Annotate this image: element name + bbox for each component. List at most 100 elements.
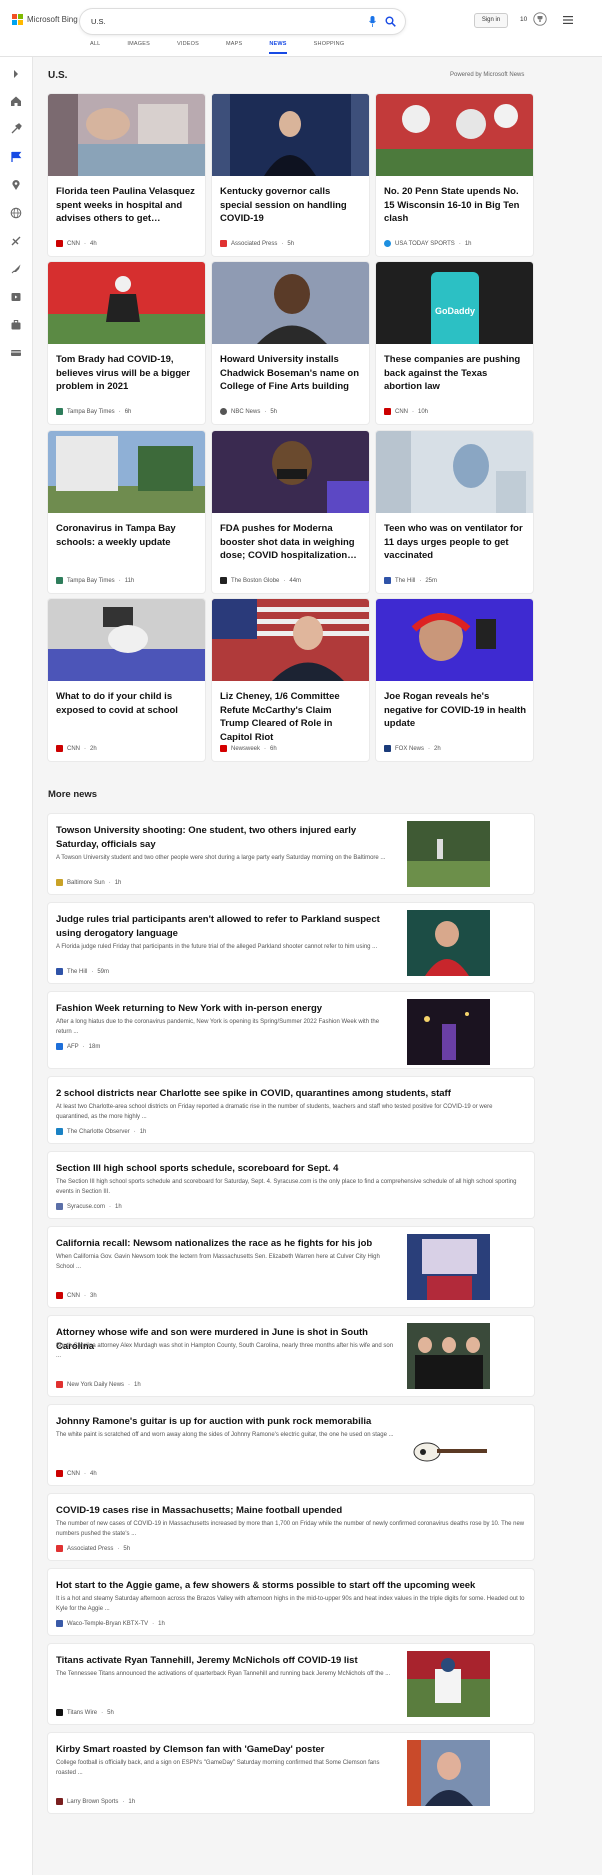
news-title[interactable]: Section III high school sports schedule,… (56, 1162, 526, 1176)
card-title[interactable]: Howard University installs Chadwick Bose… (220, 353, 363, 394)
card-title[interactable]: Liz Cheney, 1/6 Committee Refute McCarth… (220, 690, 363, 744)
card-source: Tampa Bay Times · 6h (56, 408, 131, 415)
news-thumbnail (407, 821, 490, 887)
bing-logo[interactable]: Microsoft Bing (12, 14, 78, 25)
news-title[interactable]: Hot start to the Aggie game, a few showe… (56, 1579, 526, 1593)
search-input[interactable]: U.S. (91, 17, 106, 26)
rewards-trophy-icon[interactable] (533, 12, 547, 26)
news-list-item[interactable]: California recall: Newsom nationalizes t… (48, 1227, 534, 1307)
expand-chevron-icon[interactable] (10, 68, 22, 80)
entertainment-icon[interactable] (10, 291, 22, 303)
card-title[interactable]: FDA pushes for Moderna booster shot data… (220, 522, 363, 563)
the-hill-logo-icon (384, 577, 391, 584)
news-source: The Charlotte Observer · 1h (56, 1128, 146, 1135)
baltimore-sun-logo-icon (56, 879, 63, 886)
card-title[interactable]: These companies are pushing back against… (384, 353, 527, 394)
money-icon[interactable] (10, 347, 22, 359)
news-title[interactable]: Kirby Smart roasted by Clemson fan with … (56, 1743, 396, 1757)
card-title[interactable]: Coronavirus in Tampa Bay schools: a week… (56, 522, 199, 549)
news-card[interactable]: Teen who was on ventilator for 11 days u… (376, 431, 533, 593)
card-source: CNN · 10h (384, 408, 428, 415)
tab-maps[interactable]: MAPS (226, 41, 242, 47)
news-list-item[interactable]: 2 school districts near Charlotte see sp… (48, 1077, 534, 1143)
news-snippet: At least two Charlotte-area school distr… (56, 1104, 493, 1120)
news-card[interactable]: What to do if your child is exposed to c… (48, 599, 205, 761)
top-header: Microsoft Bing U.S. Sign in 10 ALL IMAGE… (0, 0, 602, 57)
search-icon[interactable] (385, 16, 396, 27)
tools-icon[interactable] (10, 123, 22, 135)
news-source: CNN · 3h (56, 1292, 97, 1299)
news-thumbnail (407, 999, 490, 1065)
card-title[interactable]: What to do if your child is exposed to c… (56, 690, 199, 717)
news-list-item[interactable]: Titans activate Ryan Tannehill, Jeremy M… (48, 1644, 534, 1724)
card-title[interactable]: Kentucky governor calls special session … (220, 185, 363, 226)
card-source: Tampa Bay Times · 11h (56, 577, 134, 584)
globe-icon[interactable] (10, 207, 22, 219)
news-title[interactable]: Judge rules trial participants aren't al… (56, 913, 396, 941)
card-title[interactable]: No. 20 Penn State upends No. 15 Wisconsi… (384, 185, 527, 226)
powered-by-text[interactable]: Powered by Microsoft News (450, 72, 524, 78)
business-icon[interactable] (10, 319, 22, 331)
news-snippet: A Towson University student and two othe… (56, 855, 386, 861)
news-card[interactable]: Howard University installs Chadwick Bose… (212, 262, 369, 424)
card-title[interactable]: Joe Rogan reveals he's negative for COVI… (384, 690, 527, 731)
news-source: Baltimore Sun · 1h (56, 879, 121, 886)
news-source: AFP · 18m (56, 1043, 100, 1050)
cnn-logo-icon (56, 1470, 63, 1477)
news-list-item[interactable]: Judge rules trial participants aren't al… (48, 903, 534, 983)
search-box[interactable]: U.S. (80, 9, 405, 34)
news-list-item[interactable]: Towson University shooting: One student,… (48, 814, 534, 894)
sports-icon[interactable] (10, 235, 22, 247)
cnn-logo-icon (56, 745, 63, 752)
card-source: NBC News · 5h (220, 408, 277, 415)
rocket-icon[interactable] (10, 263, 22, 275)
news-list-item[interactable]: Hot start to the Aggie game, a few showe… (48, 1569, 534, 1635)
news-card[interactable]: Joe Rogan reveals he's negative for COVI… (376, 599, 533, 761)
news-card[interactable]: FDA pushes for Moderna booster shot data… (212, 431, 369, 593)
news-source: CNN · 4h (56, 1470, 97, 1477)
news-card[interactable]: Florida teen Paulina Velasquez spent wee… (48, 94, 205, 256)
news-title[interactable]: COVID-19 cases rise in Massachusetts; Ma… (56, 1504, 526, 1518)
news-title[interactable]: Towson University shooting: One student,… (56, 824, 396, 852)
news-title[interactable]: 2 school districts near Charlotte see sp… (56, 1087, 526, 1101)
news-snippet: A Florida judge ruled Friday that partic… (56, 944, 378, 950)
nbc-news-logo-icon (220, 408, 227, 415)
news-card[interactable]: Tom Brady had COVID-19, believes virus w… (48, 262, 205, 424)
card-image (48, 94, 205, 176)
tab-shopping[interactable]: SHOPPING (314, 41, 345, 47)
news-snippet: The white paint is scratched off and wor… (56, 1432, 394, 1438)
news-card[interactable]: Liz Cheney, 1/6 Committee Refute McCarth… (212, 599, 369, 761)
news-list-item[interactable]: COVID-19 cases rise in Massachusetts; Ma… (48, 1494, 534, 1560)
kbtx-logo-icon (56, 1620, 63, 1627)
tab-news[interactable]: NEWS (269, 41, 287, 54)
news-list-item[interactable]: Section III high school sports schedule,… (48, 1152, 534, 1218)
cnn-logo-icon (56, 1292, 63, 1299)
tab-all[interactable]: ALL (90, 41, 100, 47)
news-list-item[interactable]: Fashion Week returning to New York with … (48, 992, 534, 1068)
tampa-bay-times-logo-icon (56, 577, 63, 584)
card-title[interactable]: Teen who was on ventilator for 11 days u… (384, 522, 527, 563)
tab-videos[interactable]: VIDEOS (177, 41, 199, 47)
microphone-icon[interactable] (369, 16, 376, 27)
news-card[interactable]: No. 20 Penn State upends No. 15 Wisconsi… (376, 94, 533, 256)
news-card[interactable]: GoDaddy These companies are pushing back… (376, 262, 533, 424)
news-snippet: After a long hiatus due to the coronavir… (56, 1019, 380, 1035)
sign-in-button[interactable]: Sign in (474, 13, 508, 28)
rewards-count[interactable]: 10 (520, 16, 527, 23)
news-title[interactable]: California recall: Newsom nationalizes t… (56, 1237, 396, 1251)
location-pin-icon[interactable] (10, 179, 22, 191)
tab-images[interactable]: IMAGES (127, 41, 150, 47)
news-list-item[interactable]: Kirby Smart roasted by Clemson fan with … (48, 1733, 534, 1813)
news-title[interactable]: Titans activate Ryan Tannehill, Jeremy M… (56, 1654, 396, 1668)
news-list-item[interactable]: Johnny Ramone's guitar is up for auction… (48, 1405, 534, 1485)
news-title[interactable]: Johnny Ramone's guitar is up for auction… (56, 1415, 396, 1429)
news-card[interactable]: Coronavirus in Tampa Bay schools: a week… (48, 431, 205, 593)
card-title[interactable]: Florida teen Paulina Velasquez spent wee… (56, 185, 199, 226)
news-card[interactable]: Kentucky governor calls special session … (212, 94, 369, 256)
news-list-item[interactable]: Attorney whose wife and son were murdere… (48, 1316, 534, 1396)
hamburger-menu-icon[interactable] (563, 16, 573, 24)
news-title[interactable]: Fashion Week returning to New York with … (56, 1002, 396, 1016)
card-title[interactable]: Tom Brady had COVID-19, believes virus w… (56, 353, 199, 394)
home-icon[interactable] (10, 95, 22, 107)
flag-icon[interactable] (10, 151, 22, 163)
